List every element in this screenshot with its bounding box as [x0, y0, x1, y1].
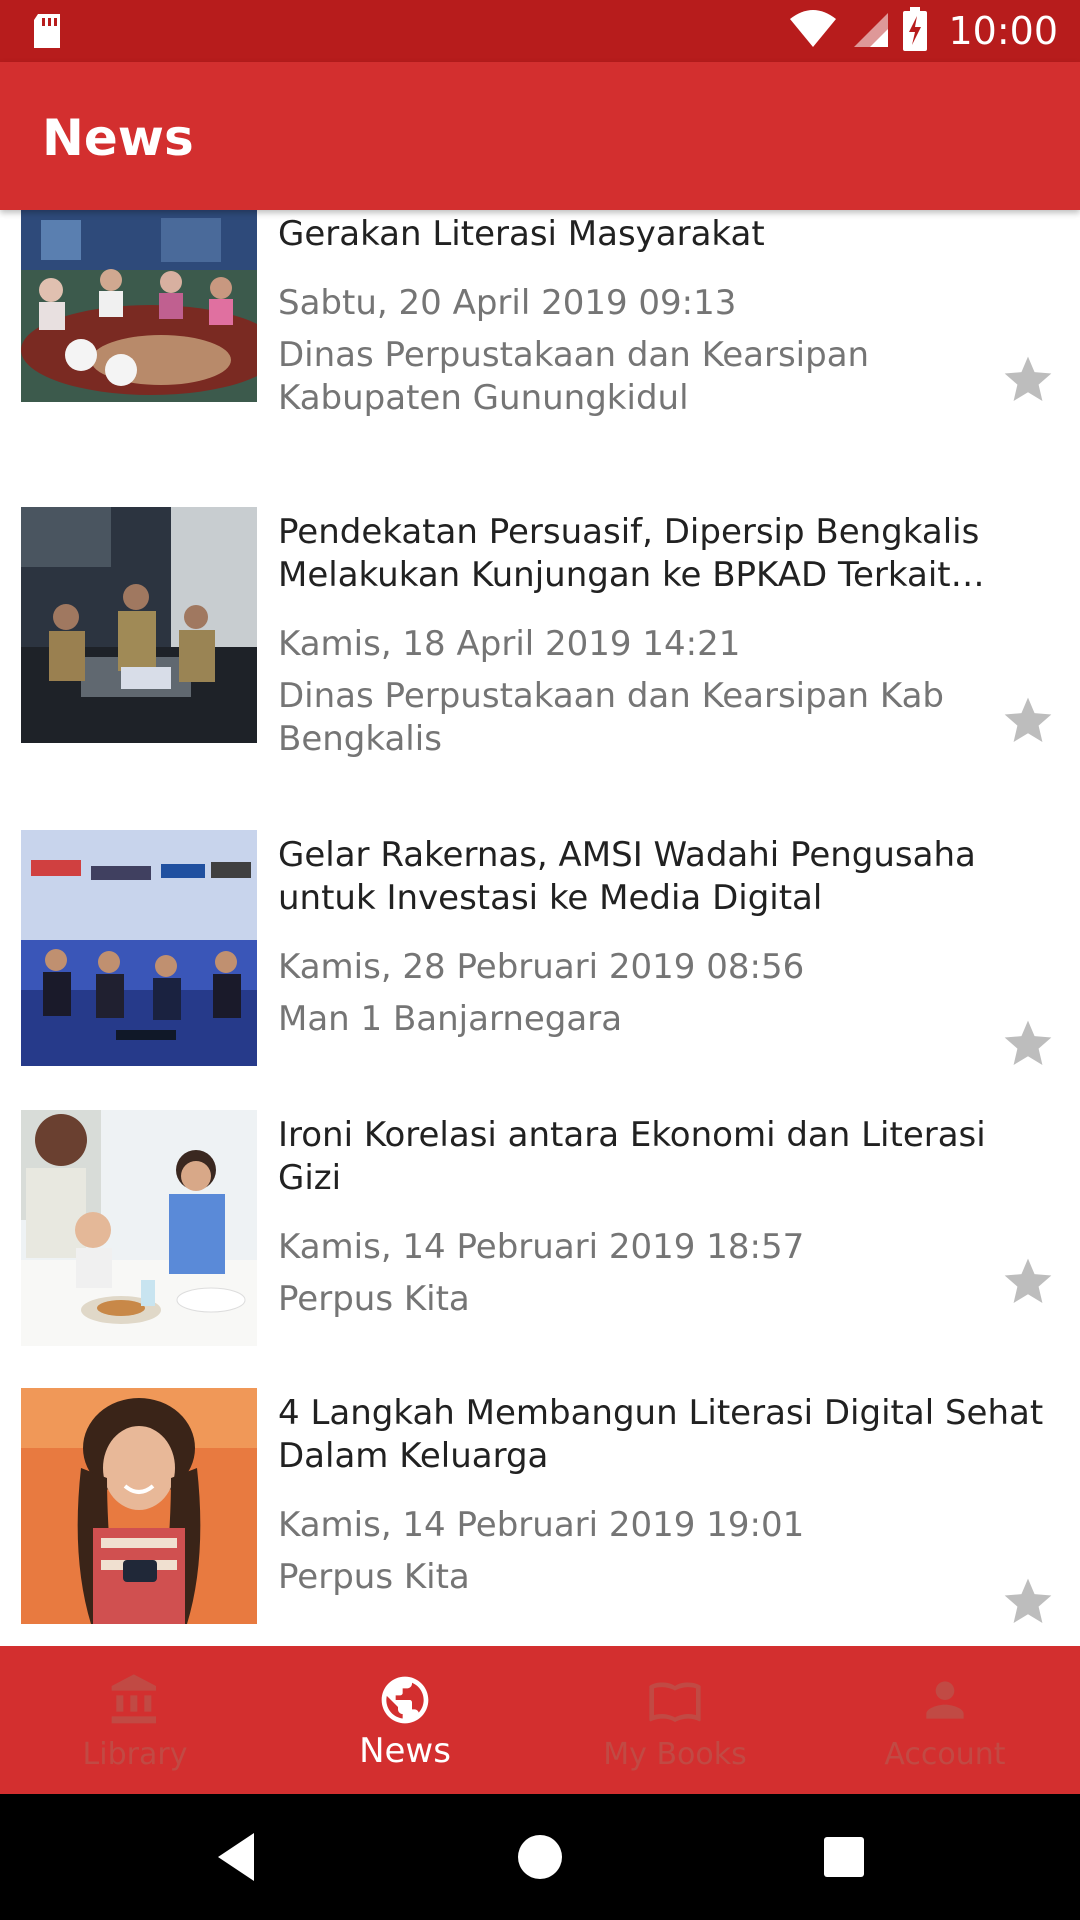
star-icon[interactable] [1000, 352, 1056, 408]
wifi-icon [788, 9, 838, 53]
nav-item-news[interactable]: News [270, 1646, 540, 1794]
bottom-navigation: Library News My Books Account [0, 1646, 1080, 1794]
news-source: Dinas Perpustakaan dan Kearsipan Kabupat… [278, 335, 870, 418]
news-title: Ironi Korelasi antara Ekonomi dan Litera… [278, 1115, 986, 1198]
nav-label-library: Library [82, 1737, 188, 1772]
recents-icon[interactable] [814, 1827, 874, 1887]
news-title: 4 Langkah Membangun Literasi Digital Seh… [278, 1393, 1044, 1476]
app-bar: News [0, 62, 1080, 210]
news-thumbnail [21, 210, 257, 402]
news-source: Man 1 Banjarnegara [278, 999, 623, 1039]
news-list[interactable]: Klub Baca: Salah satu Solusi Peningkatan… [0, 210, 1080, 1646]
news-item[interactable]: 4 Langkah Membangun Literasi Digital Seh… [0, 1388, 1080, 1646]
nav-label-my-books: My Books [603, 1737, 747, 1772]
news-thumbnail [21, 507, 257, 743]
news-thumbnail [21, 1110, 257, 1346]
nav-item-account[interactable]: Account [810, 1646, 1080, 1794]
nav-label-news: News [359, 1731, 451, 1771]
news-date: Kamis, 14 Pebruari 2019 19:01 [278, 1505, 805, 1545]
star-icon[interactable] [1000, 1254, 1056, 1310]
news-thumbnail [21, 1388, 257, 1624]
cell-signal-icon [850, 9, 890, 53]
news-title: Klub Baca: Salah satu Solusi Peningkatan… [278, 210, 980, 254]
news-title: Pendekatan Persuasif, Dipersip Bengkalis… [278, 512, 980, 595]
news-item[interactable]: Gelar Rakernas, AMSI Wadahi Pengusaha un… [0, 830, 1080, 1090]
library-icon [111, 1674, 156, 1724]
news-date: Kamis, 28 Pebruari 2019 08:56 [278, 947, 805, 987]
news-date: Kamis, 14 Pebruari 2019 18:57 [278, 1227, 805, 1267]
clock: 10:00 [948, 9, 1058, 53]
news-title: Gelar Rakernas, AMSI Wadahi Pengusaha un… [278, 835, 976, 918]
star-icon[interactable] [1000, 1016, 1056, 1072]
sd-card-icon [30, 12, 64, 54]
system-navigation-bar [0, 1794, 1080, 1920]
home-icon[interactable] [510, 1827, 570, 1887]
nav-label-account: Account [884, 1737, 1006, 1772]
news-thumbnail [21, 830, 257, 1066]
news-date: Kamis, 18 April 2019 14:21 [278, 624, 741, 664]
news-item[interactable]: Ironi Korelasi antara Ekonomi dan Litera… [0, 1110, 1080, 1360]
news-item[interactable]: Klub Baca: Salah satu Solusi Peningkatan… [0, 210, 1080, 460]
news-item[interactable]: Pendekatan Persuasif, Dipersip Bengkalis… [0, 507, 1080, 797]
news-date: Sabtu, 20 April 2019 09:13 [278, 283, 737, 323]
news-source: Perpus Kita [278, 1279, 470, 1319]
nav-item-my-books[interactable]: My Books [540, 1646, 810, 1794]
star-icon[interactable] [1000, 1574, 1056, 1630]
globe-icon [381, 1676, 429, 1724]
battery-charging-icon [902, 7, 928, 55]
news-source: Dinas Perpustakaan dan Kearsipan Kab Ben… [278, 676, 945, 759]
nav-item-library[interactable]: Library [0, 1646, 270, 1794]
page-title: News [42, 109, 194, 167]
status-bar: 10:00 [0, 0, 1080, 62]
back-icon[interactable] [206, 1827, 266, 1887]
star-icon[interactable] [1000, 693, 1056, 749]
book-icon [649, 1682, 701, 1723]
news-source: Perpus Kita [278, 1557, 470, 1597]
person-icon [926, 1681, 964, 1719]
